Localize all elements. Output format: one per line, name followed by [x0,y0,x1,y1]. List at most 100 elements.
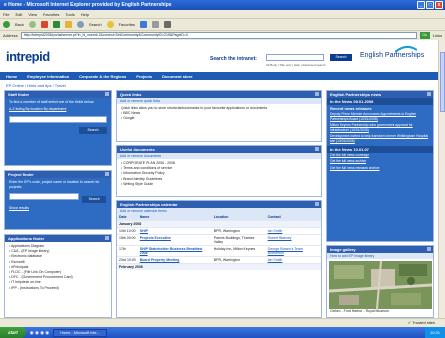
system-tray: 10:31 [424,327,445,338]
taskbar-ie-window[interactable]: Home - Microsoft Inte... [53,328,107,337]
project-finder-input[interactable] [9,193,79,200]
news-item-link[interactable]: Development invited to help transform fo… [327,134,433,145]
event-name-link[interactable]: Projects Executive [137,234,212,246]
links-button[interactable]: Links [433,33,442,38]
news-item-link[interactable]: Deputy Prime Minister Announces Appointm… [327,112,433,123]
menu-help[interactable]: Help [81,12,89,17]
go-button[interactable]: Go [419,32,430,39]
window-controls: _ □ x [417,1,443,9]
project-finder-search-button[interactable]: Search [82,196,107,203]
quick-links-title: Quick links [117,91,321,98]
event-name-link[interactable]: SHIP Stakeholder Business Breakfast 2008 [137,245,212,257]
breadcrumb[interactable]: EP Online / Hints and tips / Travel [6,83,66,88]
news-date-header[interactable]: In the News 10.01.07 [327,145,433,153]
panel-menu-icon[interactable] [105,236,109,240]
favorites-button[interactable]: Favorites [119,22,135,27]
intrepid-logo[interactable]: intrepid [6,49,50,64]
project-finder-body: Enter the EP's code, project name or loc… [5,178,111,229]
date-cell: 15th 09:00 [117,234,138,246]
news-date-header[interactable]: In the News 08.01.2008 [327,98,433,105]
close-button[interactable]: x [435,1,443,9]
panel-menu-icon[interactable] [315,147,319,151]
clock[interactable]: 10:31 [430,330,440,335]
favorites-star-icon[interactable] [106,21,114,28]
nav-corporate-regions[interactable]: Corporate & the Regions [79,74,126,79]
panel-menu-icon[interactable] [315,92,319,96]
event-name-link[interactable]: Board Property Meeting [137,256,212,264]
project-finder-text: Enter the EP's code, project name or loc… [9,180,100,189]
intranet-search-button[interactable]: Search [330,54,352,61]
contact-link[interactable]: George Bowen's Team Brotherton [265,245,321,257]
search-icon[interactable] [76,21,84,28]
staff-finder-text: To find a member of staff select one of … [9,100,95,104]
vertical-scrollbar[interactable] [438,40,445,318]
address-bar: Address http://intrepid2006/portal/serve… [0,30,445,40]
panel-menu-icon[interactable] [315,202,319,206]
calendar-table: Date Name Location Contact January 2008 … [117,214,321,270]
panel-menu-icon[interactable] [105,92,109,96]
nav-employee-information[interactable]: Employee information [27,74,69,79]
zone-label: Trusted sites [412,320,435,325]
menu-edit[interactable]: Edit [15,12,22,17]
refresh-icon[interactable] [52,21,60,28]
nav-document-store[interactable]: Document store [162,74,192,79]
nav-projects[interactable]: Projects [136,74,152,79]
recent-news-heading: Recent news releases [330,106,372,111]
staff-finder-search-button[interactable]: Search [79,127,107,134]
contact-link[interactable]: Ian Smith [265,256,321,264]
month-cell: February 2008 [117,263,321,270]
applications-list: Applications Diagram C&A - (EP Image lib… [5,242,111,293]
menu-tools[interactable]: Tools [65,12,74,17]
news-item-link[interactable]: Milton Keynes Partnership wins governmen… [327,123,433,134]
start-button[interactable]: start [0,327,26,338]
news-heading: English Partnerships news [330,92,382,97]
table-row: February 2008 [117,263,321,270]
menu-view[interactable]: View [28,12,37,17]
minimize-button[interactable]: _ [417,1,425,9]
contact-link[interactable]: Ian Smith [265,227,321,235]
table-row: 15th 09:00 Projects Executive Pamirs Bui… [117,234,321,246]
search-options[interactable]: All Body | Title only | Help | Advanced … [266,63,325,67]
panel-menu-icon[interactable] [427,247,431,251]
news-archive-link[interactable]: Get the full news coverage [327,153,433,160]
search-toolbar-button[interactable]: Search [89,22,102,27]
back-arrow-icon[interactable] [3,21,10,28]
news-archive-link[interactable]: Get the full news archive [327,159,433,166]
forward-arrow-icon[interactable] [28,21,36,28]
menu-favorites[interactable]: Favorites [43,12,59,17]
show-results-link[interactable]: Show results [9,206,107,211]
address-label: Address [3,33,18,38]
title-bar: e Home - Microsoft Internet Explorer pro… [0,0,445,10]
mail-icon[interactable] [152,21,160,28]
aerial-photo[interactable] [329,261,432,309]
date-cell: 17th [117,245,138,257]
document-item[interactable]: Writing Style Guide [121,182,317,187]
table-row: 17th SHIP Stakeholder Business Breakfast… [117,245,321,257]
quick-launch-icons[interactable]: ◉ ◉ ◉ ◉ [30,330,49,336]
maximize-button[interactable]: □ [426,1,434,9]
quick-link-item[interactable]: Google [121,116,317,121]
address-input[interactable]: http://intrepid2006/portal/server.pt?in_… [20,32,417,39]
aerial-photo-graphic [329,261,432,309]
scrollbar-thumb[interactable] [440,52,445,112]
staff-finder-links[interactable]: A-Z listing By location By department [9,107,107,112]
stop-icon[interactable] [40,21,48,28]
event-name-link[interactable]: SHIP [137,227,212,235]
page-content: intrepid Search the intranet: Search All… [0,40,438,318]
news-archive-link[interactable]: Get the full news releases archive [327,166,433,173]
staff-finder-heading: Staff finder [8,92,30,97]
image-gallery-add[interactable]: How to add EP image library [327,253,433,259]
panel-menu-icon[interactable] [427,92,431,96]
panel-menu-icon[interactable] [105,172,109,176]
history-icon[interactable] [140,21,148,28]
contact-link[interactable]: Robert Blakney [265,234,321,246]
menu-file[interactable]: File [3,12,9,17]
intranet-search-input[interactable] [266,54,324,61]
print-icon[interactable] [164,21,172,28]
back-button[interactable]: Back [15,22,24,27]
home-icon[interactable] [64,21,72,28]
staff-finder-body: To find a member of staff select one of … [5,98,111,165]
nav-home[interactable]: Home [6,74,17,79]
staff-finder-input[interactable] [9,116,107,123]
app-item[interactable]: IPP - (Instructions To Proceed) [9,286,107,291]
